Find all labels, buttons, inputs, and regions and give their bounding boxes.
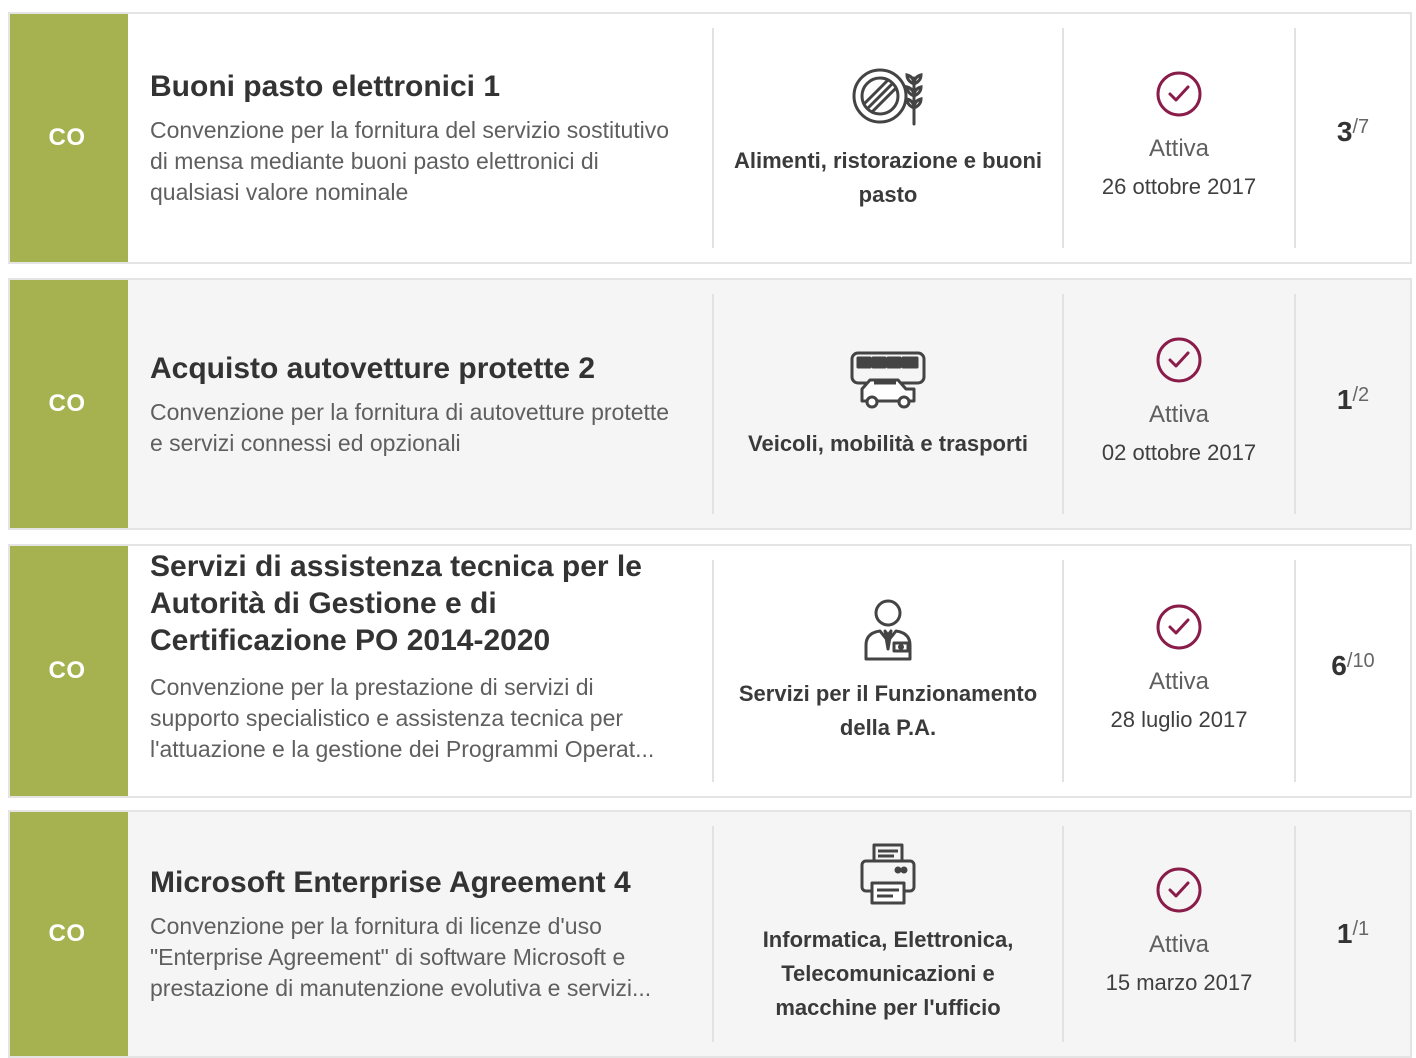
item-category: Informatica, Elettronica, Telecomunicazi… [714, 812, 1062, 1056]
status-date: 28 luglio 2017 [1110, 707, 1248, 732]
item-title[interactable]: Acquisto autovetture protette 2 [150, 350, 672, 387]
count-current: 1 [1336, 918, 1353, 949]
status-date: 26 ottobre 2017 [1101, 174, 1257, 199]
food-icon [848, 64, 928, 128]
status-text: Attiva [1148, 401, 1210, 428]
count-total: 2 [1358, 384, 1370, 406]
count-current: 1 [1336, 384, 1353, 415]
public-servant-icon [848, 597, 928, 661]
list-item[interactable]: CO Acquisto autovetture protette 2 Conve… [8, 278, 1412, 530]
category-label: Alimenti, ristorazione e buoni pasto [733, 148, 1043, 207]
item-category: Veicoli, mobilità e trasporti [714, 280, 1062, 528]
category-label: Informatica, Elettronica, Telecomunicazi… [762, 927, 1014, 1020]
list-item[interactable]: CO Buoni pasto elettronici 1 Convenzione… [8, 12, 1412, 264]
item-description: Convenzione per la fornitura di autovett… [150, 398, 670, 456]
item-description: Convenzione per la prestazione di serviz… [150, 674, 655, 762]
count-total: 7 [1358, 116, 1370, 138]
item-status: Attiva 02 ottobre 2017 [1064, 280, 1294, 528]
check-circle-icon [1155, 70, 1203, 118]
category-label: Servizi per il Funzionamento della P.A. [738, 681, 1038, 740]
check-circle-icon [1155, 866, 1203, 914]
item-main: Microsoft Enterprise Agreement 4 Convenz… [128, 812, 712, 1056]
item-description: Convenzione per la fornitura del servizi… [150, 117, 670, 205]
item-status: Attiva 26 ottobre 2017 [1064, 14, 1294, 262]
item-main: Acquisto autovetture protette 2 Convenzi… [128, 280, 712, 528]
item-title[interactable]: Buoni pasto elettronici 1 [150, 68, 672, 105]
convention-list: CO Buoni pasto elettronici 1 Convenzione… [0, 0, 1416, 1058]
check-circle-icon [1155, 603, 1203, 651]
vehicles-icon [848, 347, 928, 411]
item-main: Buoni pasto elettronici 1 Convenzione pe… [128, 14, 712, 262]
item-title[interactable]: Microsoft Enterprise Agreement 4 [150, 864, 672, 901]
status-date: 15 marzo 2017 [1105, 970, 1253, 995]
item-count: 6/10 [1296, 546, 1410, 796]
count-total: 1 [1358, 918, 1370, 940]
item-category: Servizi per il Funzionamento della P.A. [714, 546, 1062, 796]
printer-icon [848, 843, 928, 907]
check-circle-icon [1155, 336, 1203, 384]
item-description: Convenzione per la fornitura di licenze … [150, 913, 652, 1001]
count-total: 10 [1352, 650, 1375, 672]
type-badge: CO [10, 812, 128, 1056]
status-text: Attiva [1148, 668, 1210, 695]
list-item[interactable]: CO Servizi di assistenza tecnica per le … [8, 544, 1412, 798]
item-category: Alimenti, ristorazione e buoni pasto [714, 14, 1062, 262]
item-title[interactable]: Servizi di assistenza tecnica per le Aut… [150, 548, 672, 659]
status-text: Attiva [1148, 931, 1210, 958]
status-text: Attiva [1148, 135, 1210, 162]
count-current: 3 [1336, 116, 1353, 147]
item-main: Servizi di assistenza tecnica per le Aut… [128, 546, 712, 796]
item-count: 3/7 [1296, 14, 1410, 262]
item-status: Attiva 28 luglio 2017 [1064, 546, 1294, 796]
item-status: Attiva 15 marzo 2017 [1064, 812, 1294, 1056]
item-count: 1/2 [1296, 280, 1410, 528]
type-badge: CO [10, 280, 128, 528]
count-current: 6 [1331, 650, 1347, 681]
item-count: 1/1 [1296, 812, 1410, 1056]
category-label: Veicoli, mobilità e trasporti [748, 431, 1028, 456]
type-badge: CO [10, 546, 128, 796]
list-item[interactable]: CO Microsoft Enterprise Agreement 4 Conv… [8, 810, 1412, 1058]
status-date: 02 ottobre 2017 [1101, 440, 1257, 465]
type-badge: CO [10, 14, 128, 262]
